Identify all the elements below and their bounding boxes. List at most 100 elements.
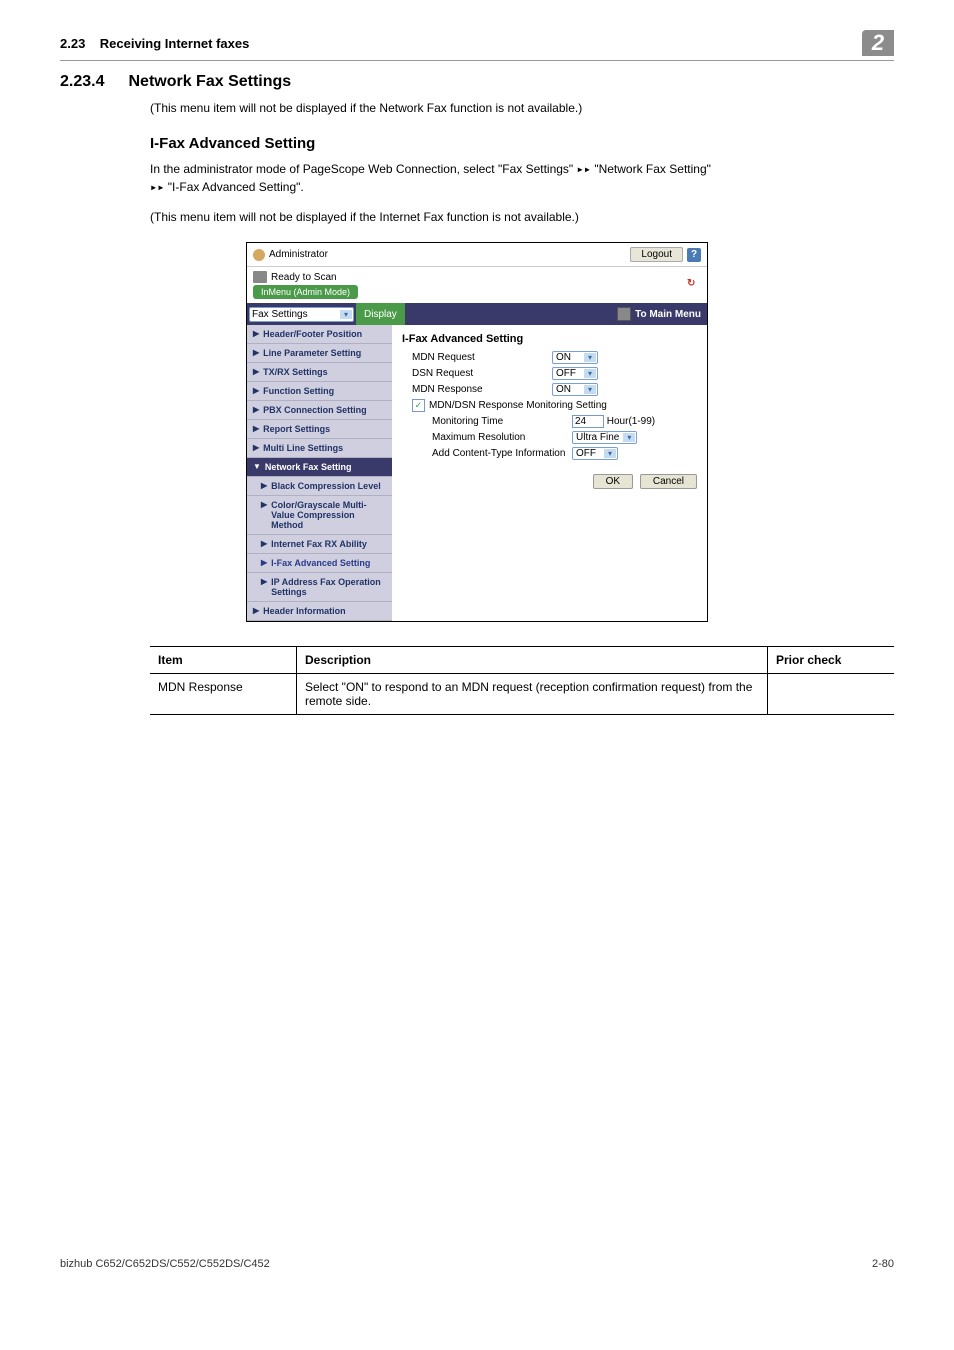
- p1c: "I-Fax Advanced Setting".: [164, 180, 303, 194]
- triangle-icon: ▶: [253, 405, 259, 415]
- sidebar-item-label: Internet Fax RX Ability: [271, 539, 367, 549]
- triangle-icon: ▶: [261, 481, 267, 491]
- sidebar-item[interactable]: ▶ PBX Connection Setting: [247, 401, 392, 420]
- arrow-icon: ▸▸: [577, 162, 591, 176]
- footer-left: bizhub C652/C652DS/C552/C552DS/C452: [60, 1258, 270, 1270]
- triangle-icon: ▶: [253, 348, 259, 358]
- user-icon: [253, 249, 265, 261]
- sidebar-item[interactable]: ▶ Internet Fax RX Ability: [247, 535, 392, 554]
- form-label: Maximum Resolution: [412, 432, 572, 443]
- form-label: MDN Request: [402, 352, 552, 363]
- th-prior: Prior check: [768, 647, 895, 674]
- sidebar-item[interactable]: ▶Report Settings: [247, 420, 392, 439]
- shot-top-bar: Administrator Logout ?: [247, 243, 707, 267]
- sidebar-item[interactable]: ▶Color/Grayscale Multi-Value Compression…: [247, 496, 392, 535]
- nav-bar: Fax Settings ▾ Display To Main Menu: [247, 303, 707, 325]
- select-input[interactable]: OFF▾: [572, 447, 618, 460]
- section-number: 2.23.4: [60, 73, 104, 91]
- sidebar-item[interactable]: ▶ Header/Footer Position: [247, 325, 392, 344]
- to-main-label: To Main Menu: [635, 309, 701, 320]
- printer-icon: [253, 271, 267, 283]
- select-value: ON: [556, 384, 571, 395]
- sidebar-item-label: Header Information: [263, 606, 346, 616]
- form-label: DSN Request: [402, 368, 552, 379]
- table-row: MDN ResponseSelect "ON" to respond to an…: [150, 674, 894, 715]
- text-input[interactable]: 24: [572, 415, 604, 428]
- category-select[interactable]: Fax Settings ▾: [249, 307, 354, 322]
- form-label: Monitoring Time: [412, 416, 572, 427]
- sidebar-item[interactable]: ▶ Function Setting: [247, 382, 392, 401]
- th-desc: Description: [297, 647, 768, 674]
- display-button[interactable]: Display: [356, 303, 405, 325]
- select-value: ON: [556, 352, 571, 363]
- menu-icon: [617, 307, 631, 321]
- section-heading: 2.23.4 Network Fax Settings: [60, 73, 894, 91]
- help-icon[interactable]: ?: [687, 248, 701, 262]
- section-intro: (This menu item will not be displayed if…: [150, 99, 894, 117]
- chevron-down-icon: ▾: [623, 433, 635, 442]
- select-input[interactable]: Ultra Fine ▾: [572, 431, 637, 444]
- sidebar-item-label: Multi Line Settings: [263, 443, 343, 453]
- section-ref: 2.23: [60, 36, 85, 51]
- chevron-down-icon: ▾: [340, 310, 352, 319]
- admin-screenshot: Administrator Logout ? Ready to Scan InM…: [246, 242, 708, 622]
- triangle-icon: ▶: [253, 386, 259, 396]
- chevron-down-icon: ▾: [604, 449, 616, 458]
- menu-mode-tab[interactable]: InMenu (Admin Mode): [253, 285, 358, 299]
- chevron-down-icon: ▾: [584, 353, 596, 362]
- chapter-badge: 2: [862, 30, 894, 56]
- monitoring-checkbox[interactable]: ✓: [412, 399, 425, 412]
- subsection-para2: (This menu item will not be displayed if…: [150, 208, 894, 226]
- cancel-button[interactable]: Cancel: [640, 474, 697, 489]
- sidebar-item[interactable]: ▶TX/RX Settings: [247, 363, 392, 382]
- triangle-icon: ▶: [261, 539, 267, 549]
- logout-button[interactable]: Logout: [630, 247, 683, 262]
- select-input[interactable]: OFF▾: [552, 367, 598, 380]
- sidebar-item-label: Color/Grayscale Multi-Value Compression …: [271, 500, 386, 530]
- triangle-icon: ▶: [261, 558, 267, 568]
- subsection-para1: In the administrator mode of PageScope W…: [150, 160, 894, 196]
- sidebar-item-label: Line Parameter Setting: [263, 348, 361, 358]
- sidebar-item[interactable]: ▶IP Address Fax Operation Settings: [247, 573, 392, 602]
- checkbox-label: MDN/DSN Response Monitoring Setting: [429, 400, 607, 411]
- triangle-icon: ▶: [261, 577, 267, 597]
- sidebar-item[interactable]: ▶ Header Information: [247, 602, 392, 621]
- sidebar: ▶ Header/Footer Position ▶ Line Parameter S…: [247, 325, 392, 621]
- p1b: "Network Fax Setting": [591, 162, 711, 176]
- cell-item: MDN Response: [150, 674, 297, 715]
- sidebar-item[interactable]: ▼ Network Fax Setting: [247, 458, 392, 477]
- ok-button[interactable]: OK: [593, 474, 633, 489]
- description-table: Item Description Prior check MDN Respons…: [150, 646, 894, 715]
- sidebar-item-label: Header/Footer Position: [263, 329, 362, 339]
- sidebar-item[interactable]: ▶ I-Fax Advanced Setting: [247, 554, 392, 573]
- content-heading: I-Fax Advanced Setting: [402, 333, 697, 345]
- triangle-icon: ▼: [253, 462, 261, 472]
- sidebar-item[interactable]: ▶ Black Compression Level: [247, 477, 392, 496]
- form-label: MDN Response: [402, 384, 552, 395]
- triangle-icon: ▶: [253, 606, 259, 616]
- content-pane: I-Fax Advanced Setting MDN Request ON ▾ DSN…: [392, 325, 707, 621]
- select-input[interactable]: ON ▾: [552, 351, 598, 364]
- select-value: Ultra Fine: [576, 432, 619, 443]
- sidebar-item-label: Function Setting: [263, 386, 334, 396]
- arrow-icon: ▸▸: [150, 180, 164, 194]
- triangle-icon: ▶: [253, 329, 259, 339]
- input-suffix: Hour(1-99): [604, 416, 655, 427]
- sidebar-item-label: I-Fax Advanced Setting: [271, 558, 370, 568]
- select-value: OFF: [556, 368, 576, 379]
- sidebar-item-label: Black Compression Level: [271, 481, 381, 491]
- sidebar-item[interactable]: ▶ Line Parameter Setting: [247, 344, 392, 363]
- select-input[interactable]: ON ▾: [552, 383, 598, 396]
- subsection-title: I-Fax Advanced Setting: [150, 135, 894, 152]
- sidebar-item-label: Network Fax Setting: [265, 462, 352, 472]
- sidebar-item[interactable]: ▶Multi Line Settings: [247, 439, 392, 458]
- cell-desc: Select "ON" to respond to an MDN request…: [297, 674, 768, 715]
- to-main-menu-link[interactable]: To Main Menu: [617, 307, 707, 321]
- ready-label: Ready to Scan: [271, 272, 337, 283]
- status-row: Ready to Scan InMenu (Admin Mode) ↻: [247, 267, 707, 303]
- sidebar-item-label: PBX Connection Setting: [263, 405, 367, 415]
- chevron-down-icon: ▾: [584, 385, 596, 394]
- triangle-icon: ▶: [253, 424, 259, 434]
- refresh-icon[interactable]: ↻: [687, 278, 701, 292]
- triangle-icon: ▶: [261, 500, 267, 530]
